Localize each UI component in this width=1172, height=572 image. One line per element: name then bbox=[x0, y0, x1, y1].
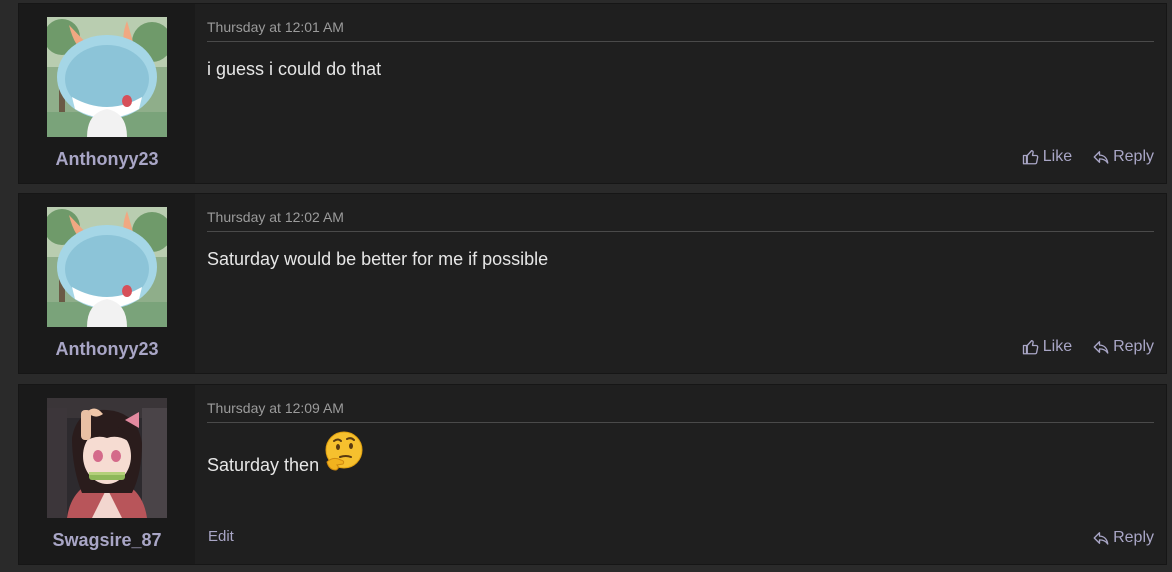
anime-girl-avatar-icon bbox=[47, 398, 167, 518]
message-text: Saturday would be better for me if possi… bbox=[207, 249, 549, 269]
username[interactable]: Anthonyy23 bbox=[19, 149, 195, 170]
post-timestamp[interactable]: Thursday at 12:09 AM bbox=[207, 400, 344, 416]
post-actions: Like Reply bbox=[1022, 148, 1154, 166]
reply-arrow-icon bbox=[1093, 151, 1109, 164]
post-message: Saturday would be better for me if possi… bbox=[207, 249, 548, 270]
divider bbox=[207, 41, 1154, 42]
post-message: Saturday then bbox=[207, 431, 365, 476]
like-button[interactable]: Like bbox=[1022, 148, 1072, 166]
ralts-avatar-icon bbox=[47, 207, 167, 327]
like-label: Like bbox=[1042, 148, 1073, 165]
username[interactable]: Swagsire_87 bbox=[19, 530, 195, 551]
divider bbox=[207, 231, 1154, 232]
post-timestamp[interactable]: Thursday at 12:02 AM bbox=[207, 209, 344, 225]
reply-arrow-icon bbox=[1093, 532, 1109, 545]
edit-button[interactable]: Edit bbox=[208, 528, 234, 545]
reply-button[interactable]: Reply bbox=[1092, 529, 1154, 547]
reply-label: Reply bbox=[1113, 338, 1154, 355]
thinking-face-emoji-icon bbox=[325, 431, 363, 471]
ralts-avatar-icon bbox=[47, 17, 167, 137]
message-post: Anthonyy23 Thursday at 12:02 AM Saturday… bbox=[18, 193, 1167, 374]
post-user-panel: Anthonyy23 bbox=[19, 194, 195, 373]
post-message: i guess i could do that bbox=[207, 59, 381, 80]
username[interactable]: Anthonyy23 bbox=[19, 339, 195, 360]
like-label: Like bbox=[1042, 338, 1073, 355]
reply-label: Reply bbox=[1113, 529, 1154, 546]
post-user-panel: Swagsire_87 bbox=[19, 385, 195, 564]
message-text: Saturday then bbox=[207, 455, 320, 475]
user-avatar[interactable] bbox=[47, 207, 167, 327]
post-user-panel: Anthonyy23 bbox=[19, 4, 195, 183]
thumbs-up-icon bbox=[1022, 149, 1039, 165]
like-button[interactable]: Like bbox=[1022, 338, 1072, 356]
post-actions: Like Reply bbox=[1022, 338, 1154, 356]
thumbs-up-icon bbox=[1022, 339, 1039, 355]
message-post: Anthonyy23 Thursday at 12:01 AM i guess … bbox=[18, 3, 1167, 184]
reply-button[interactable]: Reply bbox=[1092, 148, 1154, 166]
reply-button[interactable]: Reply bbox=[1092, 338, 1154, 356]
post-main: Thursday at 12:02 AM Saturday would be b… bbox=[207, 194, 1154, 373]
divider bbox=[207, 422, 1154, 423]
message-post: Swagsire_87 Thursday at 12:09 AM Saturda… bbox=[18, 384, 1167, 565]
post-timestamp[interactable]: Thursday at 12:01 AM bbox=[207, 19, 344, 35]
user-avatar[interactable] bbox=[47, 398, 167, 518]
message-text: i guess i could do that bbox=[207, 59, 382, 79]
reply-label: Reply bbox=[1113, 148, 1154, 165]
post-main: Thursday at 12:01 AM i guess i could do … bbox=[207, 4, 1154, 183]
post-main: Thursday at 12:09 AM Saturday then Edit bbox=[207, 385, 1154, 564]
user-avatar[interactable] bbox=[47, 17, 167, 137]
reply-arrow-icon bbox=[1093, 341, 1109, 354]
post-actions: Reply bbox=[1092, 529, 1154, 547]
